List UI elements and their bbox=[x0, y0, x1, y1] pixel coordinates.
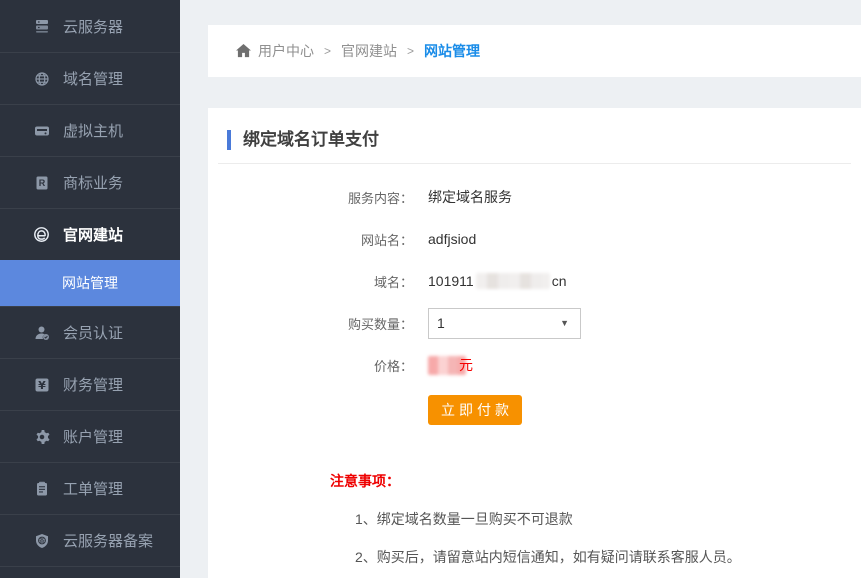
breadcrumb-item-website-builder[interactable]: 官网建站 bbox=[341, 41, 397, 61]
breadcrumb-separator: > bbox=[324, 44, 331, 58]
breadcrumb: 用户中心 > 官网建站 > 网站管理 bbox=[208, 25, 861, 77]
sidebar-item-label: 云服务器备案 bbox=[63, 530, 153, 551]
sidebar-item-label: 工单管理 bbox=[63, 478, 123, 499]
service-content-row: 服务内容： 绑定域名服务 bbox=[208, 176, 861, 218]
domain-redacted-blur bbox=[476, 273, 550, 289]
sidebar-item-website-builder[interactable]: 官网建站 bbox=[0, 208, 180, 260]
sidebar: 云服务器 域名管理 虚拟主机 R 商标业务 官网建站 网站管理 会员认证 bbox=[0, 0, 180, 578]
service-content-value: 绑定域名服务 bbox=[428, 187, 512, 207]
site-name-value: adfjsiod bbox=[428, 231, 476, 247]
price-unit: 元 bbox=[459, 355, 473, 375]
breadcrumb-item-website-management[interactable]: 网站管理 bbox=[424, 41, 480, 61]
svg-text:¥: ¥ bbox=[38, 379, 46, 392]
pay-now-button[interactable]: 立即付款 bbox=[428, 395, 522, 425]
sidebar-item-trademark[interactable]: R 商标业务 bbox=[0, 156, 180, 208]
site-name-row: 网站名： adfjsiod bbox=[208, 218, 861, 260]
price-label: 价格： bbox=[208, 356, 413, 375]
sidebar-item-label: 域名管理 bbox=[63, 68, 123, 89]
order-form: 服务内容： 绑定域名服务 网站名： adfjsiod 域名： 101911 cn… bbox=[208, 176, 861, 425]
note-item: 1、绑定域名数量一旦购买不可退款 bbox=[355, 509, 861, 529]
breadcrumb-item-user-center[interactable]: 用户中心 bbox=[258, 41, 314, 61]
clipboard-icon bbox=[33, 480, 50, 497]
sidebar-item-label: 官网建站 bbox=[63, 224, 123, 245]
price-value: 元 bbox=[428, 355, 473, 375]
sidebar-item-domain-management[interactable]: 域名管理 bbox=[0, 52, 180, 104]
sidebar-item-label: 会员认证 bbox=[63, 322, 123, 343]
sidebar-item-label: 虚拟主机 bbox=[63, 120, 123, 141]
note-item: 2、购买后，请留意站内短信通知，如有疑问请联系客服人员。 bbox=[355, 547, 861, 567]
sidebar-item-finance[interactable]: ¥ 财务管理 bbox=[0, 358, 180, 410]
svg-text:备: 备 bbox=[39, 536, 45, 544]
sidebar-item-label: 财务管理 bbox=[63, 374, 123, 395]
sidebar-item-label: 云服务器 bbox=[63, 16, 123, 37]
host-icon bbox=[33, 122, 50, 139]
sidebar-item-work-order[interactable]: 工单管理 bbox=[0, 462, 180, 514]
quantity-label: 购买数量： bbox=[208, 314, 413, 333]
sidebar-divider bbox=[0, 566, 180, 578]
trademark-icon: R bbox=[33, 174, 50, 191]
quantity-row: 购买数量： 1 ▼ bbox=[208, 302, 861, 344]
domain-value-suffix: cn bbox=[552, 273, 567, 289]
price-row: 价格： 元 bbox=[208, 344, 861, 386]
page-title: 绑定域名订单支付 bbox=[227, 130, 861, 150]
domain-row: 域名： 101911 cn bbox=[208, 260, 861, 302]
sidebar-subitem-website-management[interactable]: 网站管理 bbox=[0, 260, 180, 306]
sidebar-item-virtual-host[interactable]: 虚拟主机 bbox=[0, 104, 180, 156]
sidebar-item-account[interactable]: 账户管理 bbox=[0, 410, 180, 462]
website-icon bbox=[33, 226, 50, 243]
quantity-select[interactable]: 1 bbox=[428, 308, 581, 339]
sidebar-subitem-label: 网站管理 bbox=[62, 273, 118, 293]
sidebar-item-member-certification[interactable]: 会员认证 bbox=[0, 306, 180, 358]
gear-icon bbox=[33, 428, 50, 445]
title-divider bbox=[218, 163, 851, 164]
globe-icon bbox=[33, 70, 50, 87]
domain-value: 101911 cn bbox=[428, 273, 566, 289]
order-payment-panel: 绑定域名订单支付 服务内容： 绑定域名服务 网站名： adfjsiod 域名： … bbox=[208, 108, 861, 578]
domain-value-prefix: 101911 bbox=[428, 273, 474, 289]
svg-text:R: R bbox=[38, 178, 45, 188]
member-check-icon bbox=[33, 324, 50, 341]
notes-section: 注意事项： 1、绑定域名数量一旦购买不可退款 2、购买后，请留意站内短信通知，如… bbox=[330, 471, 861, 567]
breadcrumb-separator: > bbox=[407, 44, 414, 58]
service-content-label: 服务内容： bbox=[208, 188, 413, 207]
server-icon bbox=[33, 18, 50, 35]
sidebar-item-label: 商标业务 bbox=[63, 172, 123, 193]
sidebar-item-cloud-server[interactable]: 云服务器 bbox=[0, 0, 180, 52]
home-icon bbox=[236, 44, 251, 58]
shield-icon: 备 bbox=[33, 532, 50, 549]
yuan-icon: ¥ bbox=[33, 376, 50, 393]
site-name-label: 网站名： bbox=[208, 230, 413, 249]
sidebar-item-label: 账户管理 bbox=[63, 426, 123, 447]
domain-label: 域名： bbox=[208, 272, 413, 291]
sidebar-item-server-filing[interactable]: 备 云服务器备案 bbox=[0, 514, 180, 566]
notes-title: 注意事项： bbox=[330, 471, 861, 491]
